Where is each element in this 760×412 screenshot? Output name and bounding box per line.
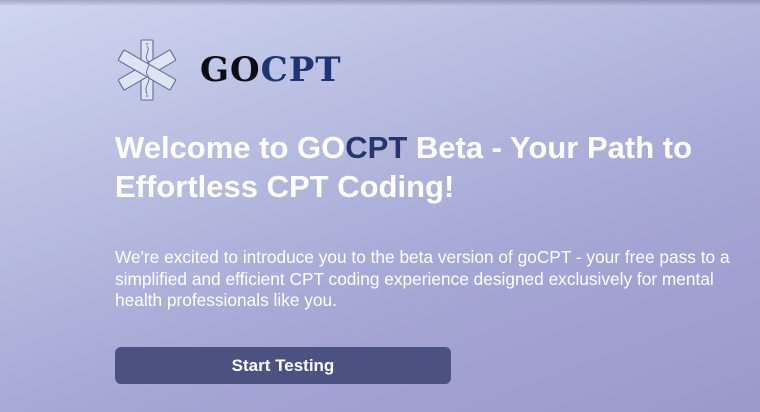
brand-logo: GOCPT [114,36,342,104]
logo-text-go: GO [200,50,261,90]
headline-accent: CPT [345,130,408,165]
intro-paragraph: We're excited to introduce you to the be… [115,247,730,310]
top-shadow [0,0,760,6]
start-testing-button[interactable]: Start Testing [115,347,451,384]
headline-text-start: Welcome to GO [115,130,346,165]
star-of-life-icon [117,39,177,101]
logo-text-cpt: CPT [260,50,342,90]
page-headline: Welcome to GOCPT Beta - Your Path to Eff… [115,128,735,206]
logo-wordmark: GOCPT [200,53,342,87]
